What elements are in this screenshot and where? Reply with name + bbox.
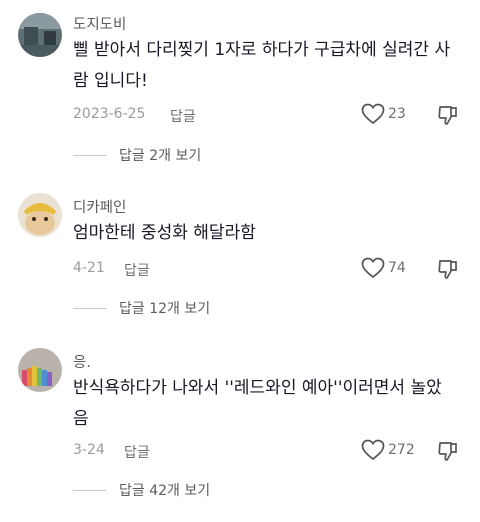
thumbs-down-icon [438, 442, 457, 461]
reply-button[interactable]: 답글 [124, 442, 150, 462]
avatar[interactable] [18, 348, 62, 392]
heart-icon [361, 439, 385, 461]
comment-text-line: 반식욕하다가 나와서 ''레드와인 예아''이러면서 놀았 [73, 378, 442, 398]
comment-username[interactable]: 응. [73, 351, 91, 372]
view-replies-label: 답글 42개 보기 [119, 483, 211, 499]
comment-date: 3-24 [73, 442, 105, 458]
comment-text-line: 음 [73, 409, 89, 429]
view-replies-button[interactable]: 답글 42개 보기 [73, 480, 210, 500]
like-button[interactable]: 272 [361, 439, 415, 461]
dislike-button[interactable] [437, 440, 459, 466]
divider-line [73, 489, 106, 491]
comment-text: 반식욕하다가 나와서 ''레드와인 예아''이러면서 놀았 음 [73, 373, 463, 435]
like-count: 272 [388, 442, 415, 458]
comment-item: 응. 반식욕하다가 나와서 ''레드와인 예아''이러면서 놀았 음 3-24 … [0, 0, 480, 510]
